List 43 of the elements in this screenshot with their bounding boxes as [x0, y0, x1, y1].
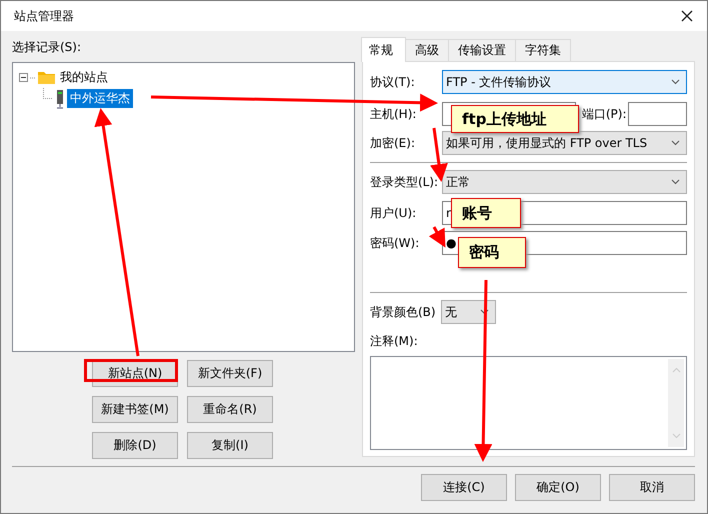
tab[interactable]: 字符集 — [515, 39, 571, 61]
tree-label: 选择记录(S): — [12, 39, 82, 56]
chevron-icon — [671, 179, 680, 185]
site-button[interactable]: 重命名(R) — [187, 396, 273, 423]
field-label: 背景颜色(B) — [370, 304, 437, 320]
folder-icon — [38, 71, 55, 84]
logon-type-select[interactable]: 正常 — [442, 170, 687, 194]
encryption-select[interactable]: 如果可用，使用显式的 FTP over TLS — [442, 131, 687, 155]
field-label: 登录类型(L): — [370, 174, 440, 190]
dialog-button[interactable]: 确定(O) — [515, 474, 601, 501]
chevron-icon — [671, 79, 680, 85]
arrow — [428, 226, 446, 248]
field-label: 注释(M): — [370, 333, 419, 350]
server-icon — [55, 88, 65, 108]
field-label: 用户(U): — [370, 204, 418, 222]
site-button[interactable]: 复制(I) — [187, 432, 273, 459]
dialog-button[interactable]: 取消 — [609, 474, 695, 501]
tree-line — [30, 76, 36, 78]
tree-item[interactable]: 中外运华杰 — [67, 89, 133, 108]
callout-tooltip: 账号 — [451, 198, 521, 228]
field-label: 端口(P): — [582, 106, 628, 122]
window-title: 站点管理器 — [14, 8, 74, 24]
chevron-icon — [671, 140, 680, 146]
site-button[interactable]: 新文件夹(F) — [187, 360, 273, 387]
collapse-icon[interactable] — [19, 73, 28, 82]
close-icon[interactable] — [681, 10, 693, 22]
field-label: 密码(W): — [370, 234, 420, 252]
tree-item[interactable]: 我的站点 — [57, 68, 111, 87]
field-label: 协议(T): — [370, 74, 416, 90]
port-field[interactable] — [628, 102, 687, 126]
dialog-button[interactable]: 连接(C) — [421, 474, 507, 501]
callout-tooltip: 密码 — [458, 237, 526, 268]
comments-field[interactable] — [370, 356, 687, 450]
color-select[interactable]: 无 — [441, 300, 496, 324]
tree-line — [43, 88, 53, 99]
field-label: 主机(H): — [370, 106, 418, 122]
tab[interactable]: 常规 — [361, 37, 406, 62]
site-button[interactable]: 删除(D) — [92, 432, 178, 459]
field-label: 加密(E): — [370, 134, 416, 152]
callout-tooltip: ftp上传地址 — [451, 105, 579, 133]
protocol-select[interactable]: FTP - 文件传输协议 — [442, 70, 687, 94]
chevron-icon — [480, 309, 489, 315]
site-button[interactable]: 新建书签(M) — [92, 396, 178, 423]
